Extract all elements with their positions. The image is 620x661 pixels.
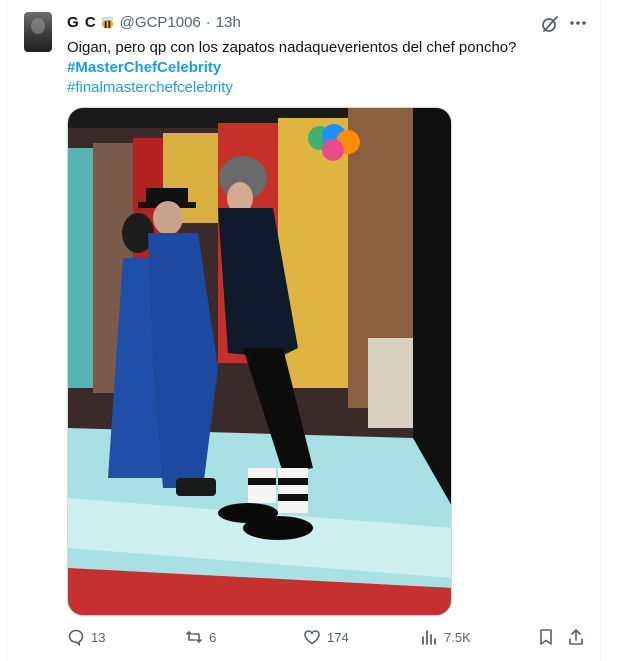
views-icon (422, 630, 436, 645)
tweet-text: Oigan, pero qp con los zapatos nadaqueve… (67, 39, 517, 56)
reply-icon (68, 629, 84, 646)
more-icon[interactable] (567, 12, 589, 34)
bee-emoji-icon (101, 16, 113, 28)
tweet-timestamp[interactable]: 13h (216, 14, 241, 31)
views-button[interactable]: 7.5K (420, 628, 471, 646)
views-count: 7.5K (444, 629, 471, 645)
timeline-border-left (6, 0, 7, 661)
grok-icon[interactable] (540, 14, 560, 34)
like-button[interactable]: 174 (303, 628, 349, 646)
like-icon (304, 630, 320, 645)
bookmark-button[interactable] (537, 628, 561, 646)
author-name[interactable]: G C (67, 14, 97, 31)
separator-dot: · (205, 14, 211, 31)
reply-count: 13 (91, 629, 106, 645)
repost-button[interactable]: 6 (185, 628, 216, 646)
author-avatar[interactable] (24, 12, 52, 52)
share-button[interactable] (567, 628, 591, 646)
tweet-header: G C @GCP1006 · 13h (67, 14, 241, 31)
tweet-actions: 13 6 174 7.5K (67, 628, 592, 652)
timeline-border-right (600, 0, 601, 661)
tweet-media-photo[interactable] (67, 107, 452, 616)
repost-count: 6 (209, 629, 217, 645)
bookmark-icon (540, 629, 552, 645)
hashtag-link[interactable]: #finalmasterchefcelebrity (67, 78, 587, 98)
like-count: 174 (327, 629, 349, 645)
photo-tv-screen (68, 108, 451, 615)
share-icon (569, 629, 583, 645)
repost-icon (186, 631, 202, 643)
hashtag-link[interactable]: #MasterChefCelebrity (67, 58, 587, 78)
author-handle[interactable]: @GCP1006 (120, 14, 201, 31)
reply-button[interactable]: 13 (67, 628, 105, 646)
